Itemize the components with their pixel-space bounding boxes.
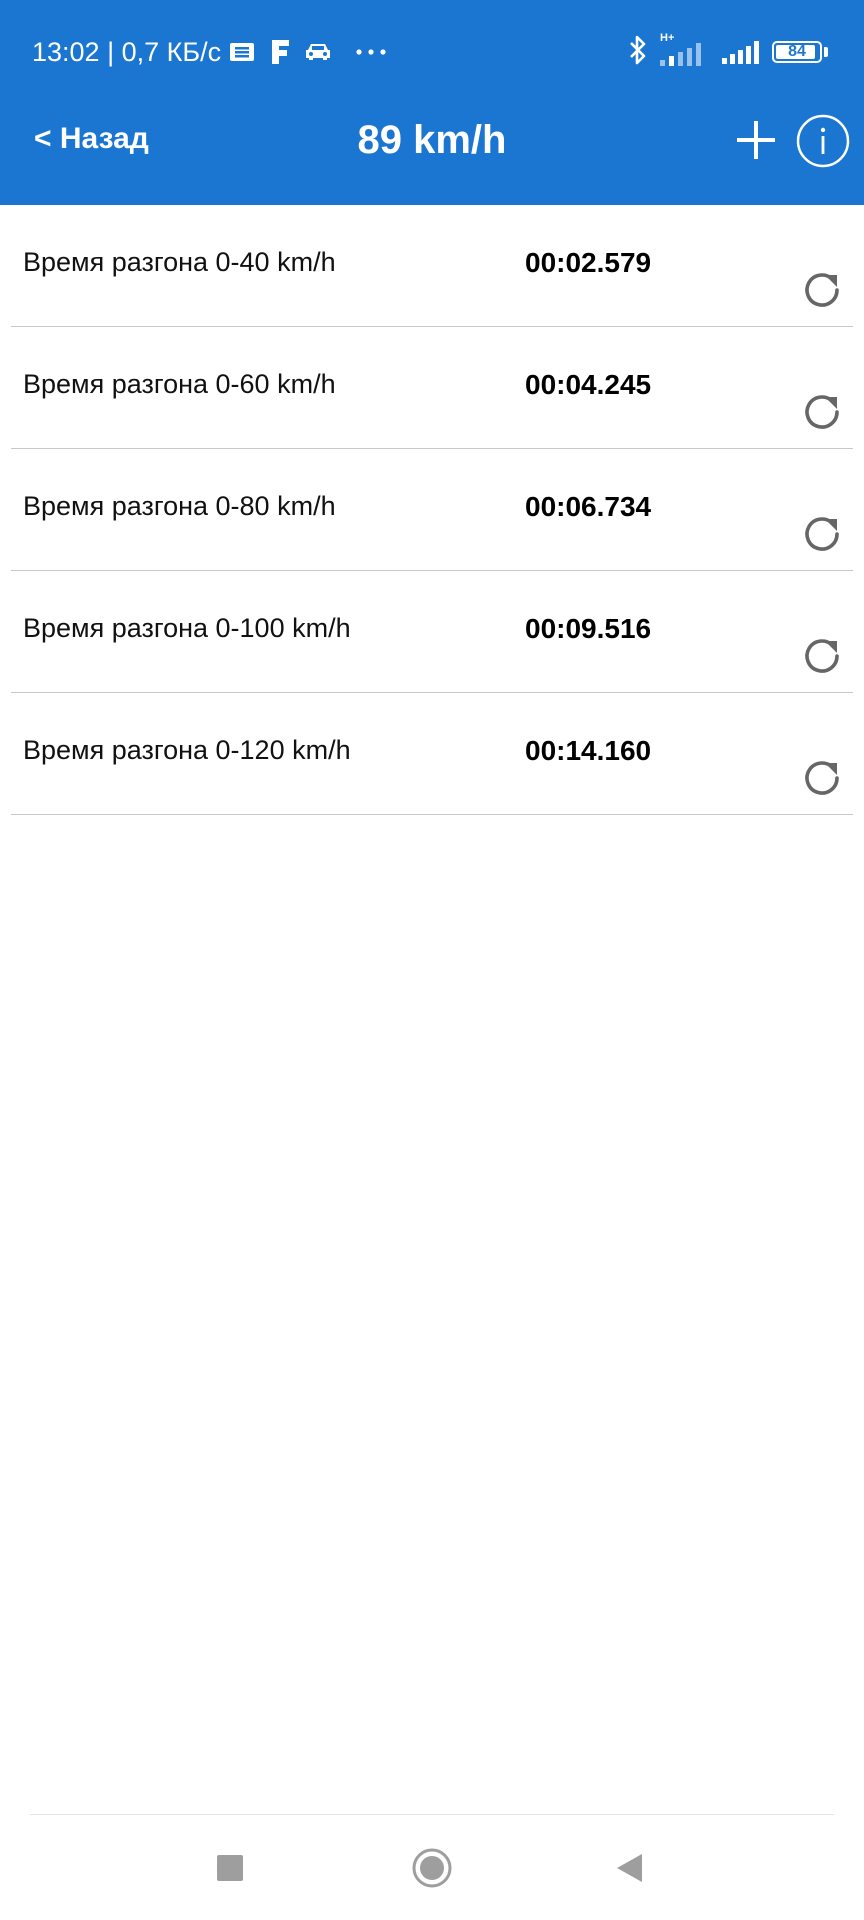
list-item: Время разгона 0-80 km/h 00:06.734 — [11, 449, 853, 571]
acceleration-label: Время разгона 0-100 km/h — [23, 613, 351, 643]
signal-icon — [720, 34, 762, 71]
acceleration-time: 00:14.160 — [525, 735, 652, 766]
status-left: 13:02 | 0,7 КБ/с — [32, 32, 387, 72]
acceleration-time: 00:04.245 — [525, 369, 652, 400]
refresh-icon[interactable] — [799, 511, 845, 557]
battery-body: 84 — [772, 41, 822, 63]
list-item: Время разгона 0-100 km/h 00:09.516 — [11, 571, 853, 693]
list-item: Время разгона 0-40 km/h 00:02.579 — [11, 205, 853, 327]
list-item: Время разгона 0-60 km/h 00:04.245 — [11, 327, 853, 449]
navigation-bar — [0, 1814, 864, 1920]
acceleration-label: Время разгона 0-120 km/h — [23, 735, 351, 765]
acceleration-time: 00:06.734 — [525, 491, 652, 522]
acceleration-label: Время разгона 0-60 km/h — [23, 369, 336, 399]
refresh-icon[interactable] — [799, 633, 845, 679]
acceleration-label: Время разгона 0-80 km/h — [23, 491, 336, 521]
status-right: H+ 84 — [628, 32, 828, 72]
home-circle-icon[interactable] — [411, 1847, 453, 1889]
acceleration-label: Время разгона 0-40 km/h — [23, 247, 336, 277]
more-dots-icon — [355, 48, 387, 56]
status-time-speed: 13:02 | 0,7 КБ/с — [32, 36, 222, 67]
info-icon[interactable] — [796, 114, 850, 168]
status-bar: 13:02 | 0,7 КБ/с H+ 84 — [0, 0, 864, 100]
list-item: Время разгона 0-120 km/h 00:14.160 — [11, 693, 853, 815]
plus-icon[interactable] — [732, 116, 780, 164]
car-icon — [303, 41, 333, 63]
battery-level: 84 — [788, 43, 806, 60]
nav-divider — [30, 1814, 834, 1815]
bluetooth-icon — [628, 34, 648, 71]
refresh-icon[interactable] — [799, 389, 845, 435]
acceleration-time: 00:02.579 — [525, 247, 652, 278]
refresh-icon[interactable] — [799, 755, 845, 801]
header: 13:02 | 0,7 КБ/с H+ 84 < Назад 89 km/h — [0, 0, 864, 205]
acceleration-list: Время разгона 0-40 km/h 00:02.579 Время … — [0, 205, 864, 815]
signal-hplus-icon: H+ — [658, 32, 710, 68]
app-bar: < Назад 89 km/h — [0, 100, 864, 205]
app-root: 13:02 | 0,7 КБ/с H+ 84 < Назад 89 km/h В… — [0, 0, 864, 1920]
battery-icon: 84 — [772, 41, 828, 63]
acceleration-time: 00:09.516 — [525, 613, 652, 644]
back-triangle-icon[interactable] — [614, 1852, 646, 1884]
notification-list-icon — [229, 41, 255, 63]
refresh-icon[interactable] — [799, 267, 845, 313]
f-app-icon — [269, 38, 291, 66]
recents-square-icon[interactable] — [216, 1854, 244, 1882]
